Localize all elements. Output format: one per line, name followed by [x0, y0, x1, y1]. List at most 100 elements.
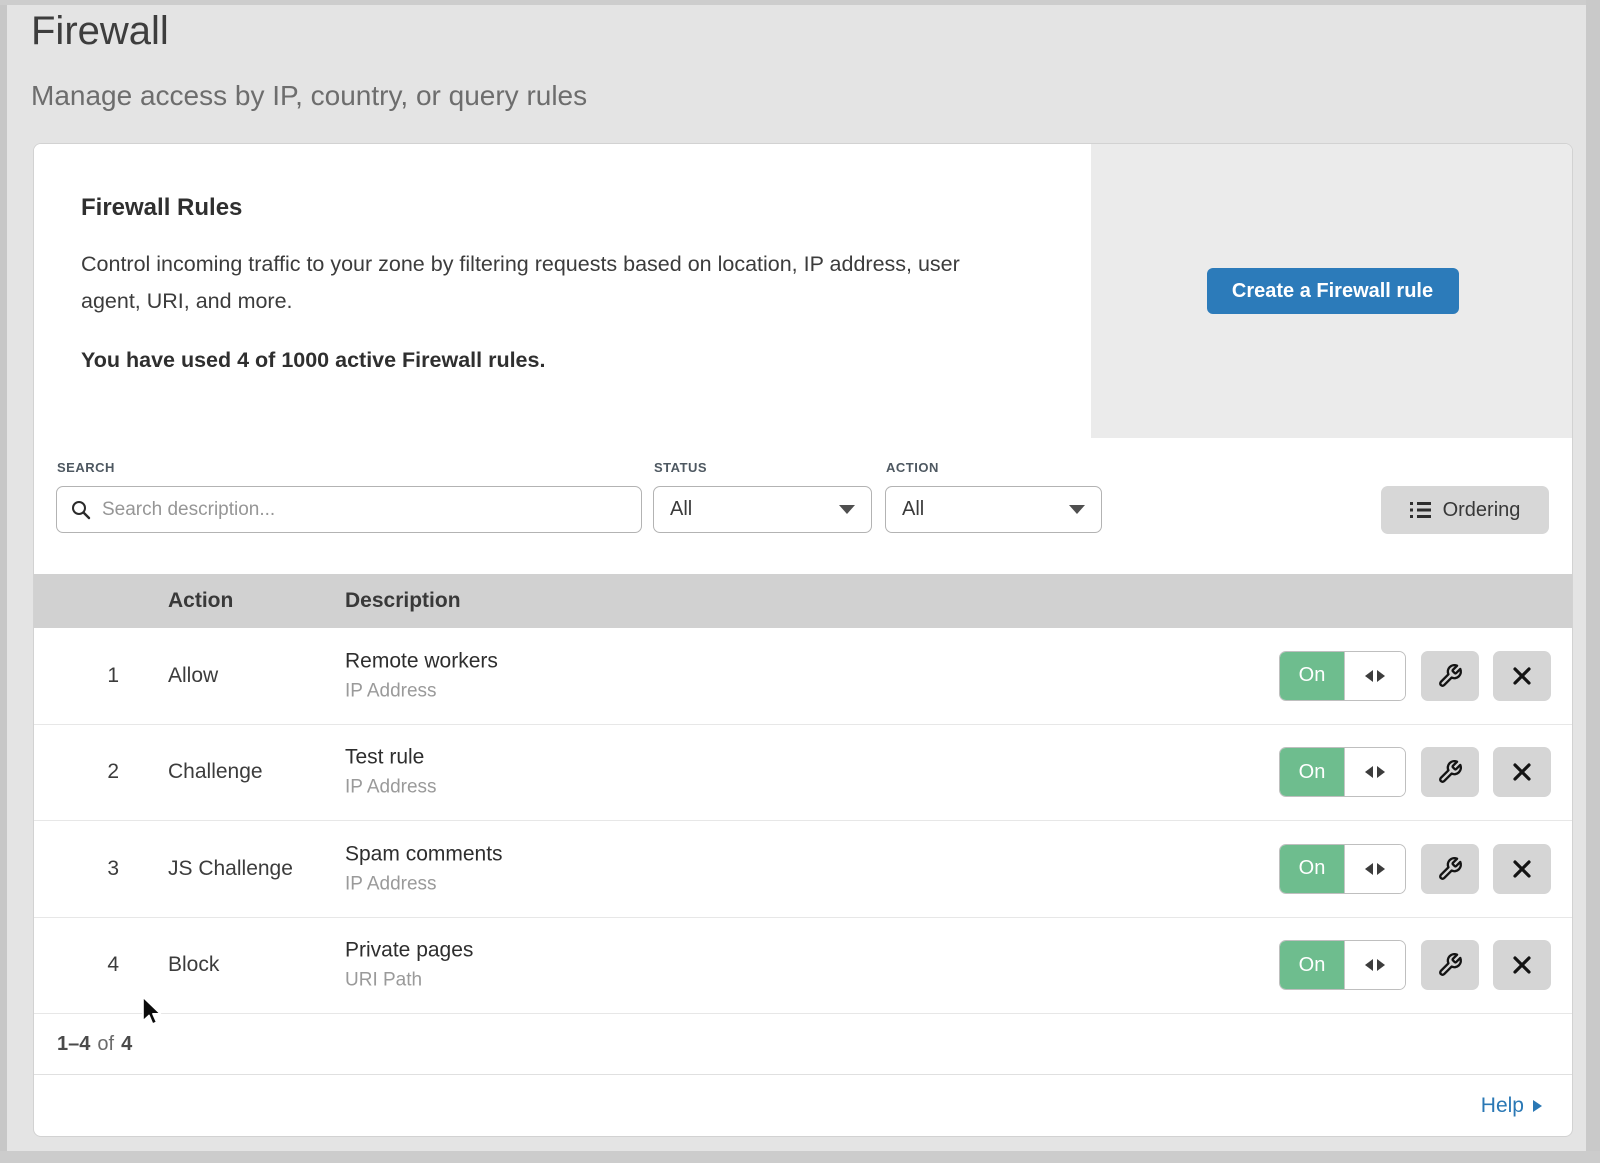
chevron-down-icon: [1069, 505, 1085, 514]
arrow-left-icon: [1365, 959, 1373, 971]
rule-action: Block: [168, 953, 219, 977]
rule-match-type: IP Address: [345, 873, 503, 895]
wrench-icon: [1437, 952, 1463, 978]
edit-rule-button[interactable]: [1421, 940, 1479, 990]
close-icon: [1510, 664, 1534, 688]
toggle-switch-handle[interactable]: [1344, 941, 1405, 989]
search-label: SEARCH: [57, 460, 115, 475]
rule-description: Spam comments: [345, 842, 503, 866]
delete-rule-button[interactable]: [1493, 940, 1551, 990]
create-firewall-rule-button[interactable]: Create a Firewall rule: [1207, 268, 1459, 314]
arrow-right-icon: [1377, 766, 1385, 778]
wrench-icon: [1437, 856, 1463, 882]
screen-edge: [0, 0, 1600, 5]
screen-edge: [1586, 0, 1600, 1163]
help-link[interactable]: Help: [1481, 1094, 1524, 1118]
search-input-box[interactable]: [56, 486, 642, 533]
create-rule-panel: Create a Firewall rule: [1091, 144, 1573, 438]
pagination-of: of: [97, 1033, 114, 1056]
close-icon: [1510, 857, 1534, 881]
table-header: Action Description: [34, 574, 1572, 628]
toggle-switch-handle[interactable]: [1344, 652, 1405, 700]
table-row: 2 Challenge Test rule IP Address On: [34, 725, 1572, 822]
rule-description-cell: Spam comments IP Address: [345, 842, 503, 895]
action-label: ACTION: [886, 460, 939, 475]
search-icon: [71, 500, 91, 520]
rule-description: Private pages: [345, 939, 473, 963]
list-ordering-icon: [1410, 501, 1431, 519]
rule-action: Challenge: [168, 760, 263, 784]
ordering-button-label: Ordering: [1443, 499, 1521, 522]
arrow-right-icon: [1533, 1100, 1542, 1112]
filters-bar: SEARCH STATUS All ACTION All: [34, 438, 1572, 574]
arrow-left-icon: [1365, 766, 1373, 778]
rule-priority: 1: [64, 664, 119, 688]
toggle-on-label: On: [1280, 652, 1344, 700]
arrow-right-icon: [1377, 959, 1385, 971]
page-title: Firewall: [31, 9, 169, 54]
intro-section: Firewall Rules Control incoming traffic …: [34, 144, 1091, 438]
rule-enabled-toggle[interactable]: On: [1279, 747, 1406, 797]
wrench-icon: [1437, 663, 1463, 689]
firewall-rules-card: Firewall Rules Control incoming traffic …: [33, 143, 1573, 1137]
close-icon: [1510, 953, 1534, 977]
delete-rule-button[interactable]: [1493, 651, 1551, 701]
edit-rule-button[interactable]: [1421, 844, 1479, 894]
status-select-value: All: [670, 498, 692, 521]
rule-match-type: IP Address: [345, 680, 498, 702]
table-row: 4 Block Private pages URI Path On: [34, 918, 1572, 1015]
action-select-value: All: [902, 498, 924, 521]
action-select[interactable]: All: [885, 486, 1102, 533]
close-icon: [1510, 760, 1534, 784]
delete-rule-button[interactable]: [1493, 844, 1551, 894]
mouse-cursor: [141, 996, 165, 1028]
pagination-total: 4: [121, 1033, 132, 1056]
chevron-down-icon: [839, 505, 855, 514]
wrench-icon: [1437, 759, 1463, 785]
rule-description-cell: Private pages URI Path: [345, 939, 473, 992]
rule-action: Allow: [168, 664, 218, 688]
arrow-left-icon: [1365, 863, 1373, 875]
pagination: 1–4 of 4: [34, 1014, 1572, 1074]
toggle-on-label: On: [1280, 845, 1344, 893]
toggle-on-label: On: [1280, 748, 1344, 796]
rule-match-type: URI Path: [345, 970, 473, 992]
rule-description-cell: Remote workers IP Address: [345, 649, 498, 702]
rule-enabled-toggle[interactable]: On: [1279, 940, 1406, 990]
status-select[interactable]: All: [653, 486, 872, 533]
arrow-left-icon: [1365, 670, 1373, 682]
rule-enabled-toggle[interactable]: On: [1279, 844, 1406, 894]
rule-match-type: IP Address: [345, 777, 437, 799]
rule-description-cell: Test rule IP Address: [345, 746, 437, 799]
page-subtitle: Manage access by IP, country, or query r…: [31, 80, 587, 112]
column-header-description: Description: [345, 574, 461, 628]
intro-description: Control incoming traffic to your zone by…: [81, 246, 1021, 320]
screen-edge: [0, 0, 7, 1163]
rule-priority: 2: [64, 760, 119, 784]
search-input[interactable]: [102, 499, 627, 521]
toggle-switch-handle[interactable]: [1344, 845, 1405, 893]
toggle-on-label: On: [1280, 941, 1344, 989]
edit-rule-button[interactable]: [1421, 651, 1479, 701]
pagination-range: 1–4: [57, 1033, 90, 1056]
rule-description: Remote workers: [345, 649, 498, 673]
help-row: Help: [34, 1075, 1572, 1136]
firewall-page: Firewall Manage access by IP, country, o…: [0, 0, 1600, 1163]
screen-edge: [0, 1151, 1600, 1163]
rule-priority: 4: [64, 953, 119, 977]
edit-rule-button[interactable]: [1421, 747, 1479, 797]
column-header-action: Action: [168, 574, 233, 628]
usage-summary: You have used 4 of 1000 active Firewall …: [81, 348, 1091, 373]
status-label: STATUS: [654, 460, 707, 475]
rule-priority: 3: [64, 857, 119, 881]
toggle-switch-handle[interactable]: [1344, 748, 1405, 796]
delete-rule-button[interactable]: [1493, 747, 1551, 797]
intro-heading: Firewall Rules: [81, 194, 1091, 222]
rule-action: JS Challenge: [168, 857, 293, 881]
table-row: 3 JS Challenge Spam comments IP Address …: [34, 821, 1572, 918]
ordering-button[interactable]: Ordering: [1381, 486, 1549, 534]
rule-description: Test rule: [345, 746, 437, 770]
arrow-right-icon: [1377, 863, 1385, 875]
rule-enabled-toggle[interactable]: On: [1279, 651, 1406, 701]
arrow-right-icon: [1377, 670, 1385, 682]
